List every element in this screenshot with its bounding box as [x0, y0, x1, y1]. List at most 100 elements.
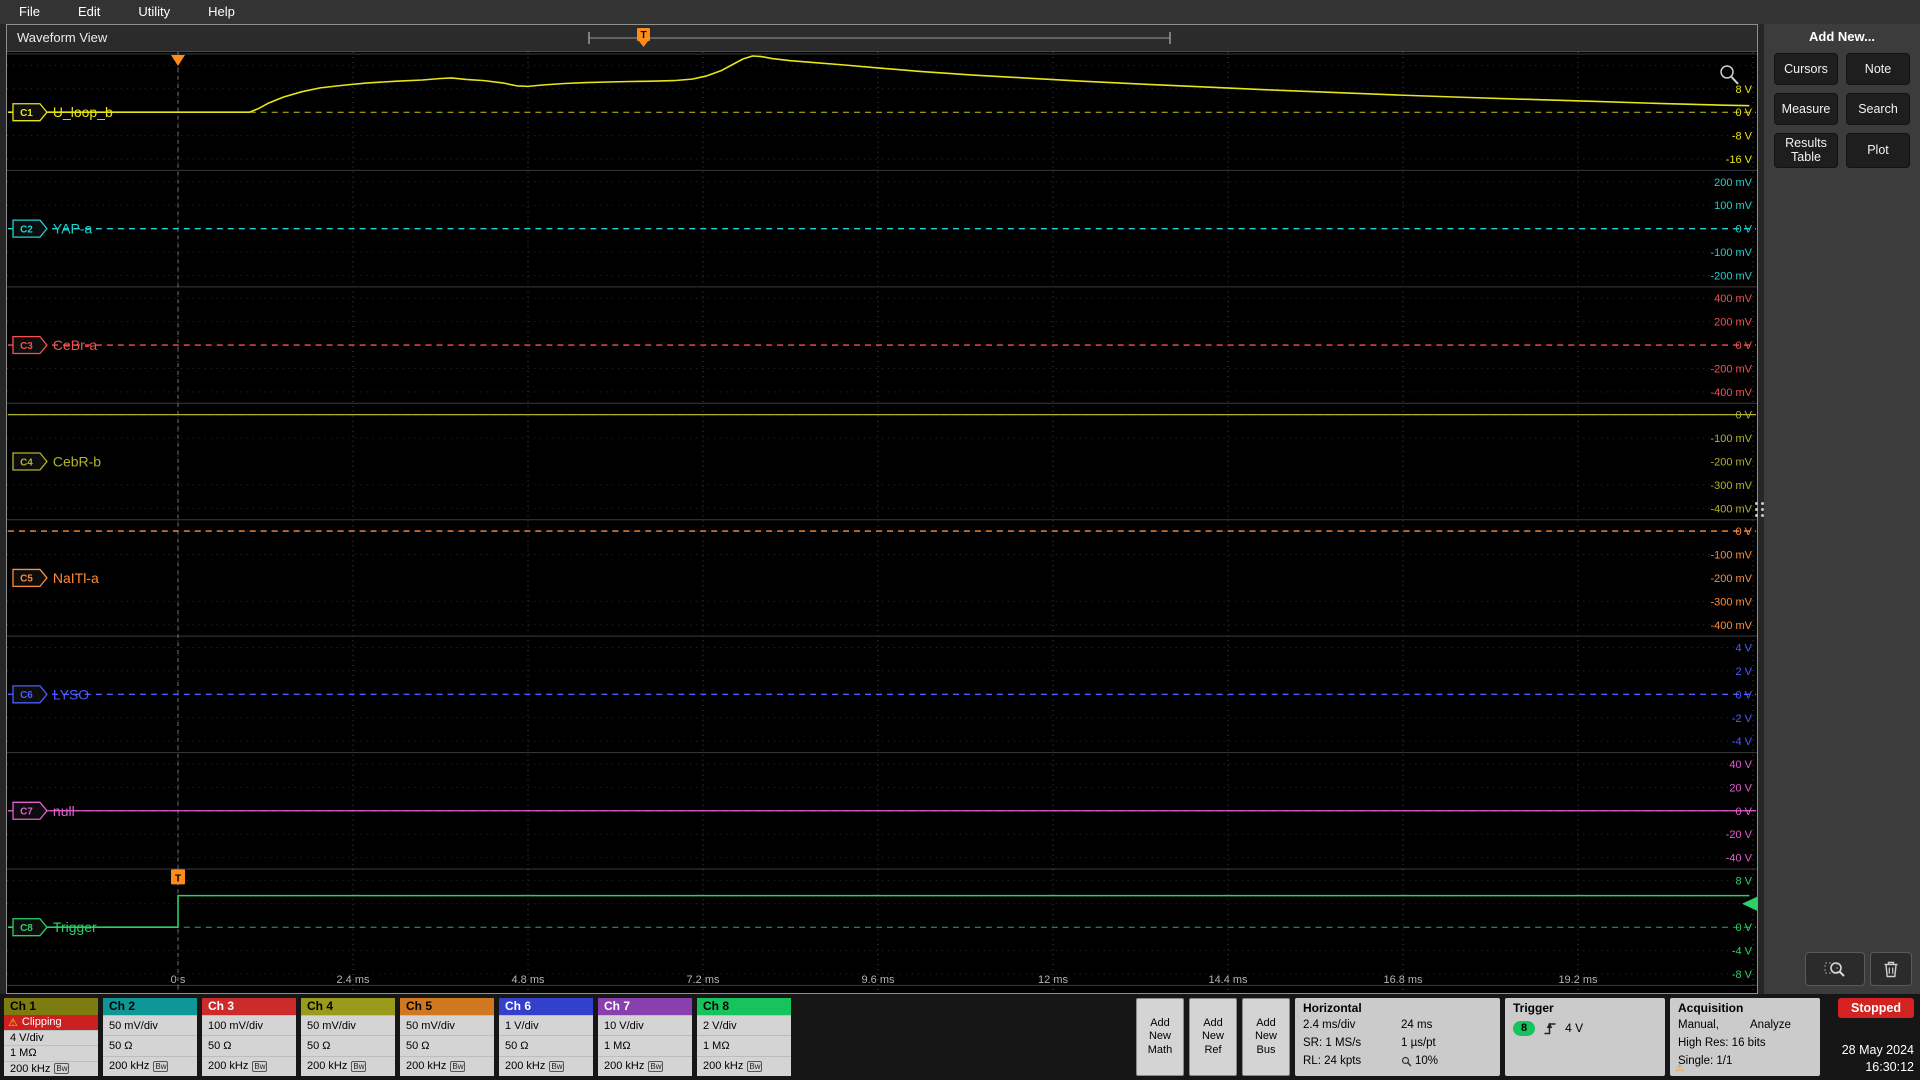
channel-name-c3: CeBr-a	[53, 337, 97, 353]
panel-resize-handle[interactable]	[1755, 502, 1764, 517]
menu-item-help[interactable]: Help	[189, 0, 254, 24]
sidebar-tools	[1805, 952, 1912, 986]
channel-name-c4: CebR-b	[53, 453, 101, 469]
channel-badge-label-c2: C2	[20, 224, 33, 235]
channel-badge-label-c5: C5	[20, 574, 33, 585]
channel-name-c5: NaITl-a	[53, 570, 99, 586]
clipping-label: Clipping	[22, 1016, 62, 1028]
menu-item-file[interactable]: File	[0, 0, 59, 24]
voltage-label-c8: -4 V	[1732, 946, 1753, 958]
bw-limit-icon: Bw	[153, 1061, 168, 1072]
channel-badge-header: Ch 4	[301, 998, 395, 1015]
window-title: Waveform View	[17, 30, 107, 45]
run-state-badge[interactable]: Stopped	[1838, 998, 1914, 1018]
add-new-cursors-button[interactable]: Cursors	[1774, 53, 1838, 85]
channel-badge-label-c7: C7	[20, 807, 33, 818]
channel-setting-row: 10 V/div	[598, 1015, 692, 1035]
waveform-display[interactable]: 8 V0 V-8 V-16 VC1U_loop_b200 mV100 mV0 V…	[7, 52, 1757, 993]
channel-setting-row: 200 kHzBw	[301, 1056, 395, 1076]
voltage-label-c2: 200 mV	[1714, 177, 1753, 189]
channel-setting-row: 100 mV/div	[202, 1015, 296, 1035]
add-new-math-button[interactable]: AddNewMath	[1136, 998, 1184, 1076]
trigger-title: Trigger	[1513, 1001, 1657, 1015]
acquisition-mode: Manual,	[1678, 1017, 1750, 1035]
horizontal-record-indicator: T	[7, 25, 1759, 51]
channel-trace-c8	[8, 896, 1749, 928]
add-new-ref-button[interactable]: AddNewRef	[1189, 998, 1237, 1076]
trigger-flag-tip	[639, 41, 648, 47]
trigger-source-badge: 8	[1513, 1021, 1535, 1036]
channel-setting-row: 1 MΩ	[598, 1035, 692, 1055]
voltage-label-c6: 0 V	[1736, 689, 1753, 701]
channel-badge-ch-1[interactable]: Ch 1⚠Clipping4 V/div1 MΩ200 kHzBw	[4, 998, 98, 1076]
bw-limit-icon: Bw	[648, 1061, 663, 1072]
voltage-label-c7: 20 V	[1729, 782, 1752, 794]
horizontal-scale: 2.4 ms/div	[1303, 1017, 1401, 1035]
channel-badge-header: Ch 6	[499, 998, 593, 1015]
add-new-results-table-button[interactable]: Results Table	[1774, 133, 1838, 168]
time-text: 16:30:12	[1842, 1059, 1914, 1076]
add-new-search-button[interactable]: Search	[1846, 93, 1910, 125]
bw-limit-icon: Bw	[351, 1061, 366, 1072]
channel-setting-row: 50 Ω	[499, 1035, 593, 1055]
trigger-position-marker-icon[interactable]	[171, 55, 185, 66]
channel-setting-row: 200 kHzBw	[202, 1056, 296, 1076]
channel-setting-row: 200 kHzBw	[598, 1056, 692, 1076]
channel-badge-ch-4[interactable]: Ch 450 mV/div50 Ω200 kHzBw	[301, 998, 395, 1076]
voltage-label-c5: 0 V	[1736, 526, 1753, 538]
acquisition-title: Acquisition	[1678, 1001, 1812, 1015]
acquisition-panel[interactable]: Acquisition Manual, Analyze High Res: 16…	[1670, 998, 1820, 1076]
rising-edge-icon	[1543, 1020, 1557, 1036]
channel-badge-ch-6[interactable]: Ch 61 V/div50 Ω200 kHzBw	[499, 998, 593, 1076]
voltage-label-c5: -100 mV	[1710, 549, 1752, 561]
bw-limit-icon: Bw	[450, 1061, 465, 1072]
waveform-view-window: Waveform View T 8 V0 V-8 V-16 VC1U_loop_…	[6, 24, 1758, 994]
waveform-view-titlebar[interactable]: Waveform View T	[7, 25, 1757, 52]
horizontal-panel[interactable]: Horizontal 2.4 ms/div 24 ms SR: 1 MS/s 1…	[1295, 998, 1500, 1076]
menu-item-edit[interactable]: Edit	[59, 0, 119, 24]
channel-setting-row: 1 MΩ	[4, 1045, 98, 1061]
voltage-label-c7: 40 V	[1729, 759, 1752, 771]
time-axis-label: 16.8 ms	[1383, 974, 1423, 986]
add-new-bus-button[interactable]: AddNewBus	[1242, 998, 1290, 1076]
menu-item-utility[interactable]: Utility	[119, 0, 189, 24]
voltage-label-c4: -400 mV	[1710, 503, 1752, 515]
trigger-flag-icon[interactable]	[637, 28, 650, 41]
warning-icon: ⚠	[8, 1016, 18, 1029]
channel-setting-row: 2 V/div	[697, 1015, 791, 1035]
magnifier-icon	[1721, 66, 1733, 78]
channel-badge-label-c3: C3	[20, 341, 33, 352]
channel-badge-label-c1: C1	[20, 108, 33, 119]
channel-badge-ch-2[interactable]: Ch 250 mV/div50 Ω200 kHzBw	[103, 998, 197, 1076]
voltage-label-c5: -400 mV	[1710, 620, 1752, 632]
channel-setting-row: 50 mV/div	[103, 1015, 197, 1035]
sample-rate: SR: 1 MS/s	[1303, 1035, 1401, 1053]
channel-badge-header: Ch 8	[697, 998, 791, 1015]
add-new-measure-button[interactable]: Measure	[1774, 93, 1838, 125]
channel-name-c7: null	[53, 803, 75, 819]
trigger-flag-label: T	[175, 873, 181, 884]
add-new-note-button[interactable]: Note	[1846, 53, 1910, 85]
channel-badge-ch-3[interactable]: Ch 3100 mV/div50 Ω200 kHzBw	[202, 998, 296, 1076]
trash-button[interactable]	[1870, 952, 1912, 986]
zoom-button[interactable]	[1805, 952, 1865, 986]
main-area: Waveform View T 8 V0 V-8 V-16 VC1U_loop_…	[0, 24, 1920, 994]
channel-name-c1: U_loop_b	[53, 104, 113, 120]
trigger-panel[interactable]: Trigger 8 4 V	[1505, 998, 1665, 1076]
trigger-level-arrow-icon[interactable]	[1742, 897, 1757, 911]
channel-setting-row: 50 mV/div	[400, 1015, 494, 1035]
channel-badge-header: Ch 7	[598, 998, 692, 1015]
channel-badge-header: Ch 1	[4, 998, 98, 1015]
horizontal-title: Horizontal	[1303, 1001, 1492, 1015]
channel-badge-ch-5[interactable]: Ch 550 mV/div50 Ω200 kHzBw	[400, 998, 494, 1076]
channel-badge-ch-7[interactable]: Ch 710 V/div1 MΩ200 kHzBw	[598, 998, 692, 1076]
add-new-buttons: CursorsNoteMeasureSearchResults TablePlo…	[1764, 53, 1920, 168]
time-axis-label: 0 s	[171, 974, 186, 986]
channel-badge-ch-8[interactable]: Ch 82 V/div1 MΩ200 kHzBw	[697, 998, 791, 1076]
voltage-label-c2: 0 V	[1736, 224, 1753, 236]
bw-limit-icon: Bw	[252, 1061, 267, 1072]
add-new-plot-button[interactable]: Plot	[1846, 133, 1910, 168]
voltage-label-c3: -200 mV	[1710, 363, 1752, 375]
voltage-label-c8: 0 V	[1736, 922, 1753, 934]
voltage-label-c7: -40 V	[1726, 853, 1753, 865]
